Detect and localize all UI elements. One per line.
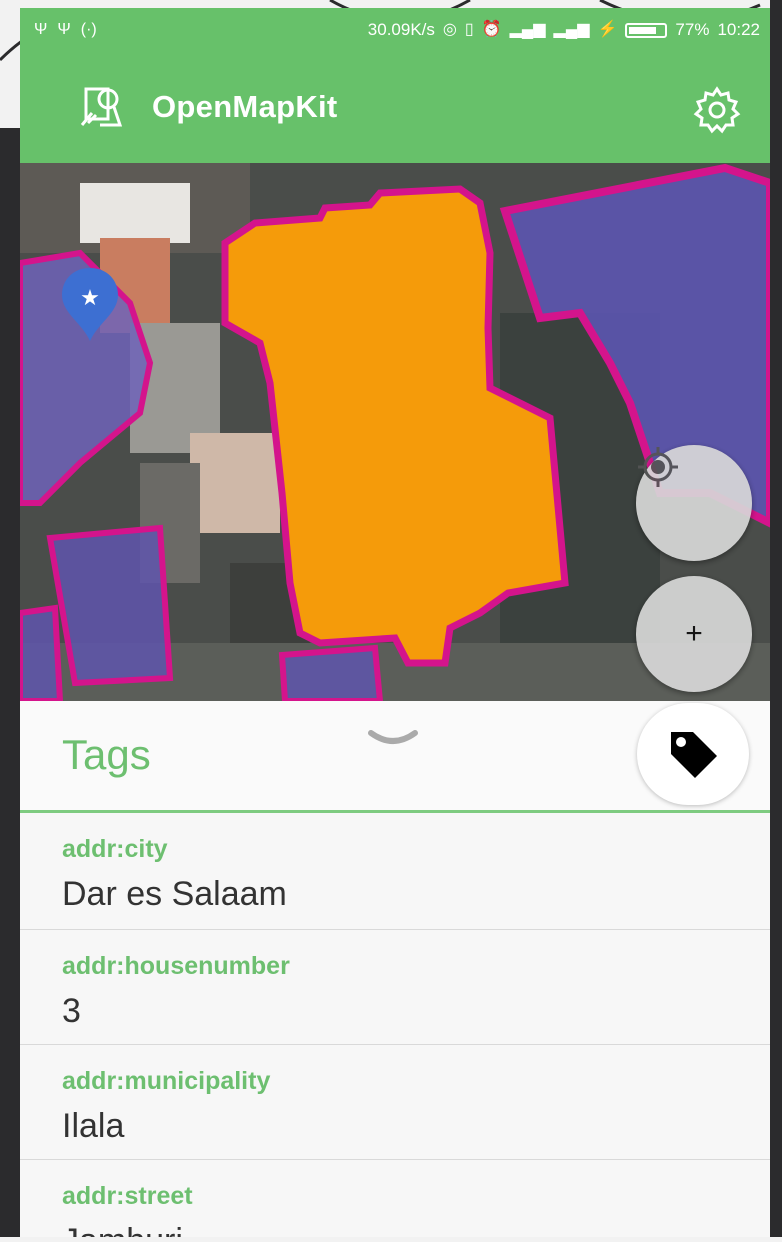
nfc-icon: ◎ xyxy=(442,21,457,38)
tag-key: addr:street xyxy=(62,1182,193,1210)
tag-row[interactable]: addr:municipality Ilala xyxy=(20,1045,770,1160)
status-left-icons: Ψ Ψ (·) xyxy=(34,20,97,40)
battery-percent: 77% xyxy=(675,20,710,39)
right-dark-border xyxy=(770,0,782,1237)
battery-fill xyxy=(629,26,656,34)
tag-key: addr:city xyxy=(62,835,168,863)
tag-list: addr:city Dar es Salaam addr:housenumber… xyxy=(20,813,770,1237)
tag-row[interactable]: addr:housenumber 3 xyxy=(20,930,770,1045)
openmapkit-logo-icon xyxy=(80,87,122,127)
app-bar: OpenMapKit xyxy=(20,55,770,163)
chevron-down-icon[interactable] xyxy=(365,721,421,761)
usb-icon: Ψ xyxy=(34,21,48,38)
status-right-icons: 30.09K/s ◎ ▯ ⏰ ▂▄▆ ▂▄▆ ⚡ 77% 10:22 xyxy=(368,20,760,40)
edit-tags-button[interactable] xyxy=(637,703,749,805)
tag-key: addr:municipality xyxy=(62,1067,271,1095)
usb-debug-icon: Ψ xyxy=(57,21,71,38)
locate-me-button[interactable] xyxy=(636,445,752,561)
signal-icon: ▂▄▆ xyxy=(509,21,546,38)
status-bar: Ψ Ψ (·) 30.09K/s ◎ ▯ ⏰ ▂▄▆ ▂▄▆ ⚡ 77% 10:… xyxy=(20,8,770,55)
phone-screen: Ψ Ψ (·) 30.09K/s ◎ ▯ ⏰ ▂▄▆ ▂▄▆ ⚡ 77% 10:… xyxy=(20,8,770,1237)
tag-key: addr:housenumber xyxy=(62,952,290,980)
app-title: OpenMapKit xyxy=(152,89,338,124)
tag-row[interactable]: addr:street Jamhuri xyxy=(20,1160,770,1237)
charging-icon: ⚡ xyxy=(597,21,618,38)
signal-2-icon: ▂▄▆ xyxy=(553,21,590,38)
battery-icon xyxy=(625,22,668,38)
tag-value: 3 xyxy=(62,992,81,1030)
vibrate-icon: ▯ xyxy=(464,21,474,38)
net-speed: 30.09K/s xyxy=(367,20,435,39)
tag-icon xyxy=(671,732,717,778)
add-node-button[interactable]: + xyxy=(636,576,752,692)
tag-value: Ilala xyxy=(62,1107,125,1145)
tag-value: Jamhuri xyxy=(62,1222,183,1237)
hotspot-icon: (·) xyxy=(80,21,97,38)
map-view[interactable]: ★ + xyxy=(20,163,770,701)
settings-gear-icon[interactable] xyxy=(692,85,742,135)
crosshair-icon xyxy=(638,447,678,487)
left-dark-border xyxy=(0,128,20,1237)
clock: 10:22 xyxy=(717,20,760,39)
tags-header: Tags xyxy=(20,701,770,813)
alarm-icon: ⏰ xyxy=(481,21,502,38)
tag-row[interactable]: addr:city Dar es Salaam xyxy=(20,813,770,930)
tag-value: Dar es Salaam xyxy=(62,875,287,913)
tags-title: Tags xyxy=(62,731,151,778)
svg-text:★: ★ xyxy=(80,286,100,311)
